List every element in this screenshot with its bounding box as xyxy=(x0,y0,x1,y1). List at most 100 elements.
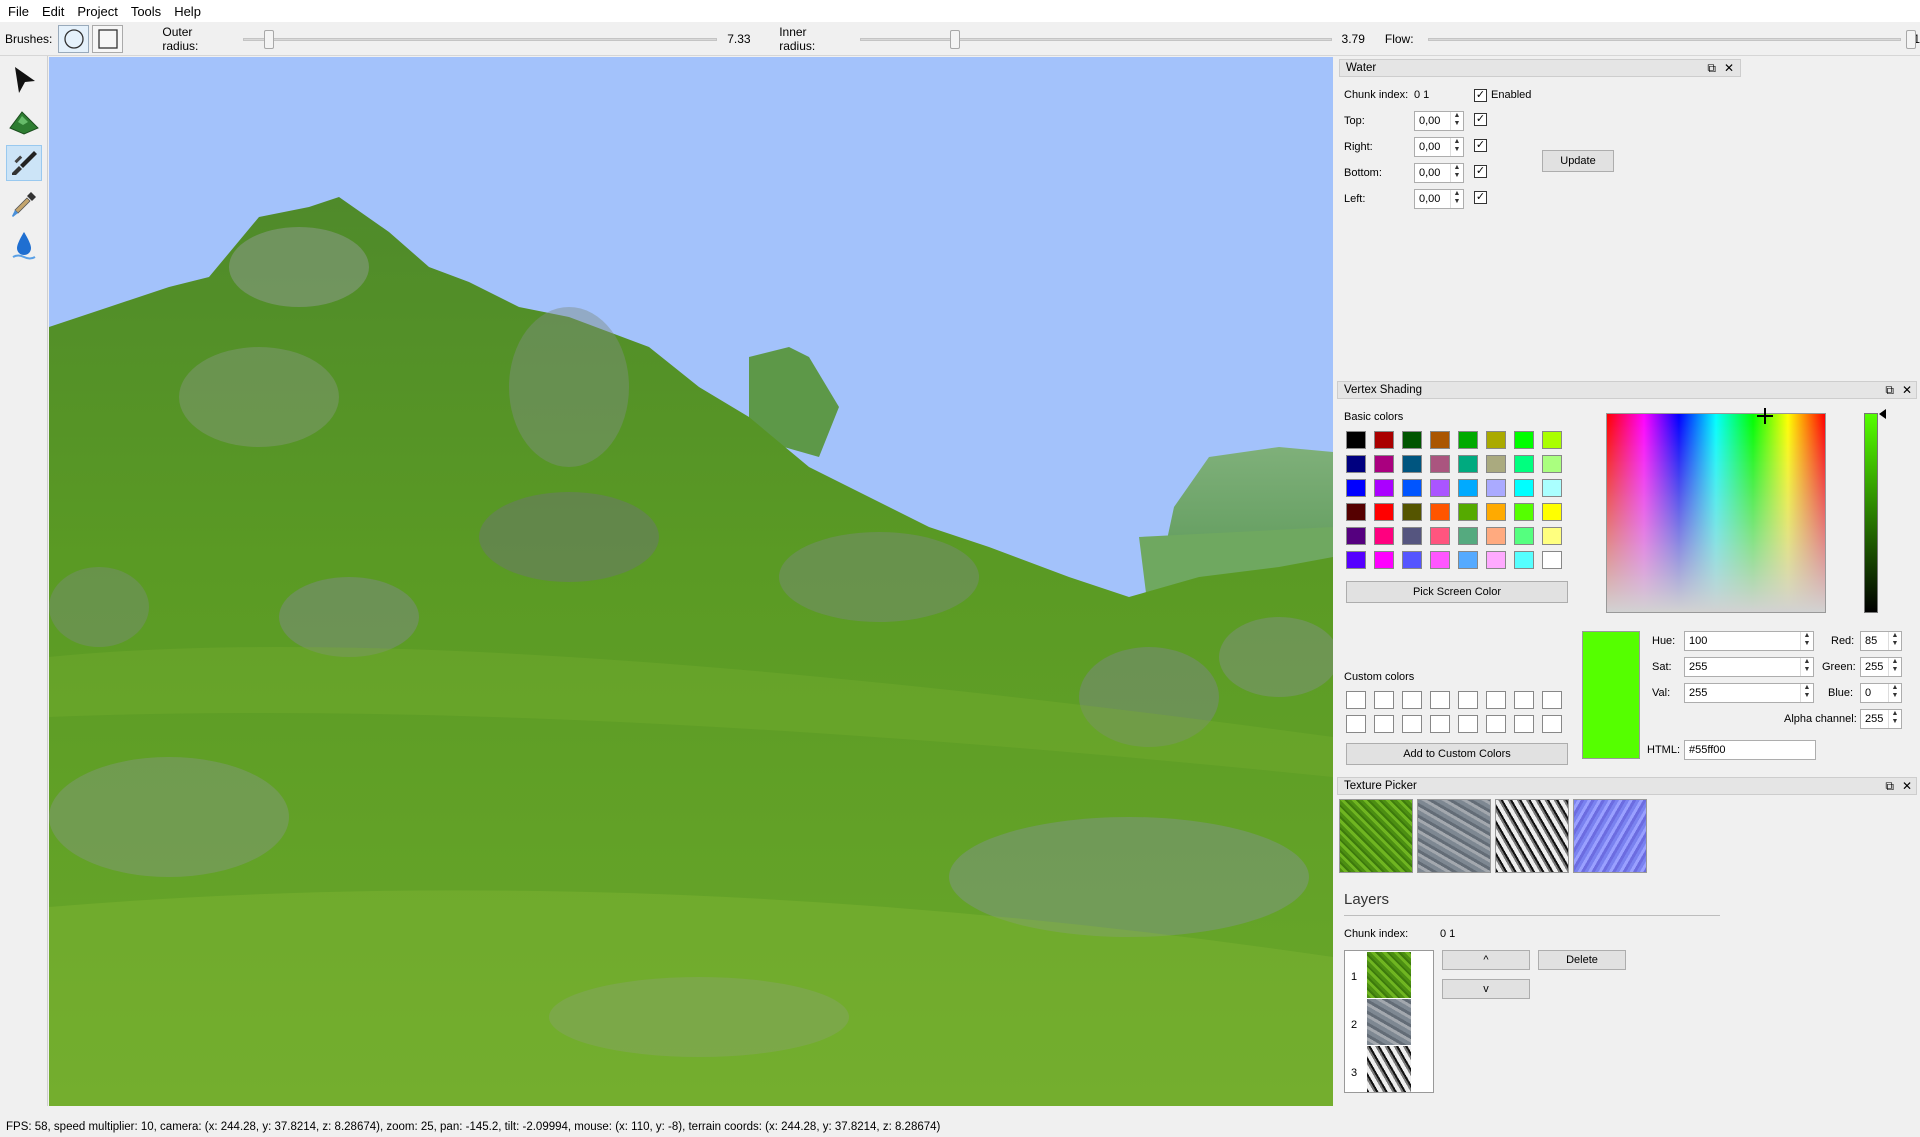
basic-color-swatch[interactable] xyxy=(1402,455,1422,473)
layer-cracked-thumbnail[interactable] xyxy=(1367,1046,1411,1092)
outer-radius-slider[interactable] xyxy=(243,29,718,49)
layer-rock-thumbnail[interactable] xyxy=(1367,999,1411,1045)
terrain-viewport[interactable] xyxy=(49,57,1333,1106)
basic-color-swatch[interactable] xyxy=(1514,479,1534,497)
custom-color-swatch[interactable] xyxy=(1374,715,1394,733)
spin-arrows-icon[interactable]: ▲ ▼ xyxy=(1450,190,1463,208)
val-spinbox[interactable]: 255 ▲ ▼ xyxy=(1684,683,1814,703)
custom-color-swatch[interactable] xyxy=(1402,715,1422,733)
basic-color-swatch[interactable] xyxy=(1374,455,1394,473)
terrain-tool-button[interactable] xyxy=(6,104,42,140)
flow-slider[interactable] xyxy=(1427,29,1916,49)
basic-color-swatch[interactable] xyxy=(1458,455,1478,473)
value-pointer-icon[interactable] xyxy=(1879,409,1887,419)
basic-color-swatch[interactable] xyxy=(1514,503,1534,521)
basic-color-swatch[interactable] xyxy=(1402,479,1422,497)
basic-color-swatch[interactable] xyxy=(1430,551,1450,569)
custom-color-swatch[interactable] xyxy=(1486,715,1506,733)
red-spinbox[interactable]: 85 ▲ ▼ xyxy=(1860,631,1902,651)
close-icon[interactable]: ✕ xyxy=(1902,383,1912,397)
add-custom-colors-button[interactable]: Add to Custom Colors xyxy=(1346,743,1568,765)
enabled-checkbox[interactable]: ✓ xyxy=(1474,89,1487,102)
spin-arrows-icon[interactable]: ▲ ▼ xyxy=(1800,684,1813,702)
value-slider[interactable] xyxy=(1864,413,1878,613)
custom-color-swatch[interactable] xyxy=(1542,691,1562,709)
float-icon[interactable]: ⧉ xyxy=(1885,383,1894,398)
basic-color-swatch[interactable] xyxy=(1458,431,1478,449)
basic-color-swatch[interactable] xyxy=(1430,527,1450,545)
basic-color-swatch[interactable] xyxy=(1514,455,1534,473)
grass-texture[interactable] xyxy=(1339,799,1413,873)
basic-color-swatch[interactable] xyxy=(1430,431,1450,449)
select-tool-button[interactable] xyxy=(6,62,42,98)
float-icon[interactable]: ⧉ xyxy=(1707,61,1716,76)
basic-color-swatch[interactable] xyxy=(1514,431,1534,449)
left-spinbox[interactable]: 0,00 ▲ ▼ xyxy=(1414,189,1464,209)
basic-color-swatch[interactable] xyxy=(1402,431,1422,449)
basic-color-swatch[interactable] xyxy=(1458,527,1478,545)
water-tool-button[interactable] xyxy=(6,227,42,263)
custom-color-swatch[interactable] xyxy=(1458,691,1478,709)
basic-color-swatch[interactable] xyxy=(1542,431,1562,449)
square-brush-button[interactable] xyxy=(92,24,124,53)
bottom-spinbox[interactable]: 0,00 ▲ ▼ xyxy=(1414,163,1464,183)
basic-color-swatch[interactable] xyxy=(1402,551,1422,569)
spin-arrows-icon[interactable]: ▲ ▼ xyxy=(1888,658,1901,676)
custom-color-swatch[interactable] xyxy=(1514,715,1534,733)
basic-color-swatch[interactable] xyxy=(1514,527,1534,545)
basic-color-swatch[interactable] xyxy=(1514,551,1534,569)
layer-delete-button[interactable]: Delete xyxy=(1538,950,1626,970)
html-color-input[interactable]: #55ff00 xyxy=(1684,740,1816,760)
outer-radius-handle[interactable] xyxy=(264,29,275,49)
right-spinbox[interactable]: 0,00 ▲ ▼ xyxy=(1414,137,1464,157)
layer-up-button[interactable]: ^ xyxy=(1442,950,1530,970)
basic-color-swatch[interactable] xyxy=(1346,455,1366,473)
terrain-render[interactable] xyxy=(49,57,1333,1106)
basic-color-swatch[interactable] xyxy=(1486,431,1506,449)
bottom-checkbox[interactable]: ✓ xyxy=(1474,165,1487,178)
basic-color-swatch[interactable] xyxy=(1486,455,1506,473)
top-checkbox[interactable]: ✓ xyxy=(1474,113,1487,126)
custom-color-swatch[interactable] xyxy=(1346,691,1366,709)
basic-color-swatch[interactable] xyxy=(1346,479,1366,497)
custom-color-swatch[interactable] xyxy=(1458,715,1478,733)
basic-color-swatch[interactable] xyxy=(1458,551,1478,569)
spin-arrows-icon[interactable]: ▲ ▼ xyxy=(1888,684,1901,702)
layers-list[interactable]: 1 2 3 xyxy=(1344,950,1434,1093)
basic-color-swatch[interactable] xyxy=(1458,479,1478,497)
basic-color-swatch[interactable] xyxy=(1402,527,1422,545)
basic-color-swatch[interactable] xyxy=(1542,455,1562,473)
top-spinbox[interactable]: 0,00 ▲ ▼ xyxy=(1414,111,1464,131)
spin-arrows-icon[interactable]: ▲ ▼ xyxy=(1450,112,1463,130)
menu-help[interactable]: Help xyxy=(170,4,210,19)
custom-color-swatch[interactable] xyxy=(1486,691,1506,709)
basic-color-swatch[interactable] xyxy=(1374,479,1394,497)
spin-arrows-icon[interactable]: ▲ ▼ xyxy=(1888,632,1901,650)
left-checkbox[interactable]: ✓ xyxy=(1474,191,1487,204)
basic-color-swatch[interactable] xyxy=(1346,551,1366,569)
menu-file[interactable]: File xyxy=(4,4,38,19)
basic-color-swatch[interactable] xyxy=(1486,551,1506,569)
basic-color-swatch[interactable] xyxy=(1374,551,1394,569)
spin-arrows-icon[interactable]: ▲ ▼ xyxy=(1800,632,1813,650)
basic-color-swatch[interactable] xyxy=(1402,503,1422,521)
custom-color-swatch[interactable] xyxy=(1374,691,1394,709)
blue-spinbox[interactable]: 0 ▲ ▼ xyxy=(1860,683,1902,703)
basic-color-swatch[interactable] xyxy=(1346,503,1366,521)
pick-screen-color-button[interactable]: Pick Screen Color xyxy=(1346,581,1568,603)
basic-color-swatch[interactable] xyxy=(1346,431,1366,449)
basic-color-swatch[interactable] xyxy=(1542,527,1562,545)
menu-project[interactable]: Project xyxy=(73,4,126,19)
close-icon[interactable]: ✕ xyxy=(1902,779,1912,793)
basic-color-swatch[interactable] xyxy=(1542,551,1562,569)
menu-edit[interactable]: Edit xyxy=(38,4,73,19)
custom-color-swatch[interactable] xyxy=(1346,715,1366,733)
green-spinbox[interactable]: 255 ▲ ▼ xyxy=(1860,657,1902,677)
alpha-spinbox[interactable]: 255 ▲ ▼ xyxy=(1860,709,1902,729)
hue-spinbox[interactable]: 100 ▲ ▼ xyxy=(1684,631,1814,651)
rock-texture[interactable] xyxy=(1417,799,1491,873)
basic-color-swatch[interactable] xyxy=(1486,527,1506,545)
normal-map-texture[interactable] xyxy=(1573,799,1647,873)
basic-color-swatch[interactable] xyxy=(1374,431,1394,449)
right-checkbox[interactable]: ✓ xyxy=(1474,139,1487,152)
